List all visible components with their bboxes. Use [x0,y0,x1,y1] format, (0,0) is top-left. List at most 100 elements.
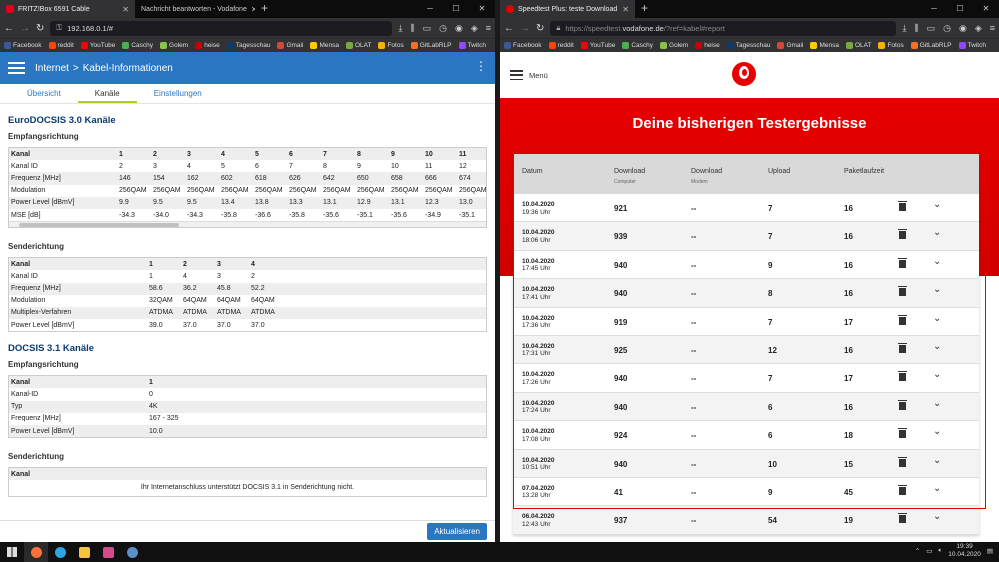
file-explorer-icon[interactable] [72,542,96,562]
delete-icon[interactable] [898,513,907,524]
forward-icon[interactable]: → [520,23,530,34]
tab-uebersicht[interactable]: Übersicht [10,84,78,103]
more-options-icon[interactable]: ⋮ [475,60,487,72]
chevron-down-icon[interactable]: ⌄ [933,511,941,522]
delete-icon[interactable] [898,314,907,325]
maximize-icon[interactable]: ☐ [947,0,973,18]
close-tab-icon[interactable]: ✕ [122,5,129,14]
sidebar-icon[interactable]: ▭ [927,23,936,34]
bookmark-twitch[interactable]: Twitch [958,42,986,49]
refresh-button[interactable]: Aktualisieren [427,523,487,540]
hamburger-menu-icon[interactable] [8,62,25,74]
close-tab-icon[interactable]: ✕ [622,5,629,14]
library-icon[interactable]: ⫼ [914,23,918,34]
telegram-icon[interactable] [48,542,72,562]
maximize-icon[interactable]: ☐ [443,0,469,18]
bookmark-heise[interactable]: heise [195,42,220,49]
extension-icon[interactable]: ◈ [471,23,478,34]
menu-button[interactable]: Menü [510,70,548,80]
chevron-down-icon[interactable]: ⌄ [933,455,941,466]
history-icon[interactable]: ◷ [439,23,447,34]
url-bar[interactable]: 🔒︎ https://speedtest.vodafone.de/?ref=ka… [550,20,897,36]
history-icon[interactable]: ◷ [943,23,951,34]
tray-expand-icon[interactable]: ⌃ [915,547,920,555]
bookmark-mensa[interactable]: Mensa [310,42,339,49]
delete-icon[interactable] [898,257,907,268]
menu-icon[interactable]: ≡ [990,23,995,34]
delete-icon[interactable] [898,371,907,382]
library-icon[interactable]: ⫼ [410,23,414,34]
bookmark-youtube[interactable]: YouTube [580,42,615,49]
reload-icon[interactable]: ↻ [536,23,544,34]
new-tab-icon[interactable]: + [635,0,654,18]
bookmark-golem[interactable]: Golem [160,42,188,49]
chevron-down-icon[interactable]: ⌄ [933,398,941,409]
chevron-down-icon[interactable]: ⌄ [933,256,941,267]
minimize-icon[interactable]: ─ [417,0,443,18]
bookmark-reddit[interactable]: reddit [548,42,574,49]
tab-einstellungen[interactable]: Einstellungen [137,84,219,103]
network-icon[interactable]: ▭ [926,547,932,555]
bookmark-fotos[interactable]: Fotos [378,42,404,49]
forward-icon[interactable]: → [20,23,30,34]
bookmark-heise[interactable]: heise [695,42,720,49]
delete-icon[interactable] [898,342,907,353]
tab-kanaele[interactable]: Kanäle [77,84,137,103]
bookmark-mensa[interactable]: Mensa [810,42,839,49]
download-icon[interactable]: ⤓ [398,23,402,34]
steam-icon[interactable] [120,542,144,562]
sidebar-icon[interactable]: ▭ [423,23,432,34]
bookmark-caschy[interactable]: Caschy [622,42,653,49]
account-icon[interactable]: ◉ [959,23,967,34]
back-icon[interactable]: ← [504,23,514,34]
bookmark-gmail[interactable]: Gmail [277,42,303,49]
bookmark-caschy[interactable]: Caschy [122,42,153,49]
bookmark-tagesschau[interactable]: Tagesschau [226,42,270,49]
url-bar[interactable]: ⚿ 192.168.0.1/# [50,20,393,36]
delete-icon[interactable] [898,428,907,439]
vodafone-logo-icon[interactable] [732,62,756,86]
bookmark-gmail[interactable]: Gmail [777,42,803,49]
firefox-icon[interactable] [24,542,48,562]
breadcrumb-internet[interactable]: Internet [35,63,69,74]
bookmark-gitlabrlp[interactable]: GitLabRLP [910,42,952,49]
bookmark-olat[interactable]: OLAT [845,42,871,49]
chevron-down-icon[interactable]: ⌄ [933,483,941,494]
close-window-icon[interactable]: ✕ [973,0,999,18]
extension-icon[interactable]: ◈ [975,23,982,34]
notifications-icon[interactable]: ▤ [987,547,993,555]
download-icon[interactable]: ⤓ [902,23,906,34]
chevron-down-icon[interactable]: ⌄ [933,227,941,238]
bookmark-tagesschau[interactable]: Tagesschau [726,42,770,49]
clock[interactable]: 19:39 10.04.2020 [948,543,981,559]
menu-icon[interactable]: ≡ [486,23,491,34]
bookmark-facebook[interactable]: Facebook [4,42,42,49]
tab-speedtest[interactable]: Speedtest Plus: teste Download ✕ [500,0,635,18]
close-window-icon[interactable]: ✕ [469,0,495,18]
volume-icon[interactable]: 🔈︎ [938,547,942,555]
delete-icon[interactable] [898,399,907,410]
delete-icon[interactable] [898,456,907,467]
delete-icon[interactable] [898,229,907,240]
chevron-down-icon[interactable]: ⌄ [933,369,941,380]
chevron-down-icon[interactable]: ⌄ [933,284,941,295]
chevron-down-icon[interactable]: ⌄ [933,426,941,437]
bookmark-golem[interactable]: Golem [660,42,688,49]
snipping-tool-icon[interactable] [96,542,120,562]
back-icon[interactable]: ← [4,23,14,34]
delete-icon[interactable] [898,201,907,211]
tab-fritzbox[interactable]: FRITZ!Box 6591 Cable ✕ [0,0,135,18]
horizontal-scrollbar[interactable] [9,221,486,228]
bookmark-fotos[interactable]: Fotos [878,42,904,49]
new-tab-icon[interactable]: + [255,0,274,18]
chevron-down-icon[interactable]: ⌄ [933,199,941,210]
reload-icon[interactable]: ↻ [36,23,44,34]
bookmark-twitch[interactable]: Twitch [458,42,486,49]
bookmark-facebook[interactable]: Facebook [504,42,542,49]
account-icon[interactable]: ◉ [455,23,463,34]
delete-icon[interactable] [898,484,907,495]
delete-icon[interactable] [898,286,907,297]
tab-vodafone-message[interactable]: Nachricht beantworten - Vodafone ✕ [135,0,255,18]
chevron-down-icon[interactable]: ⌄ [933,341,941,352]
start-icon[interactable] [0,542,24,562]
